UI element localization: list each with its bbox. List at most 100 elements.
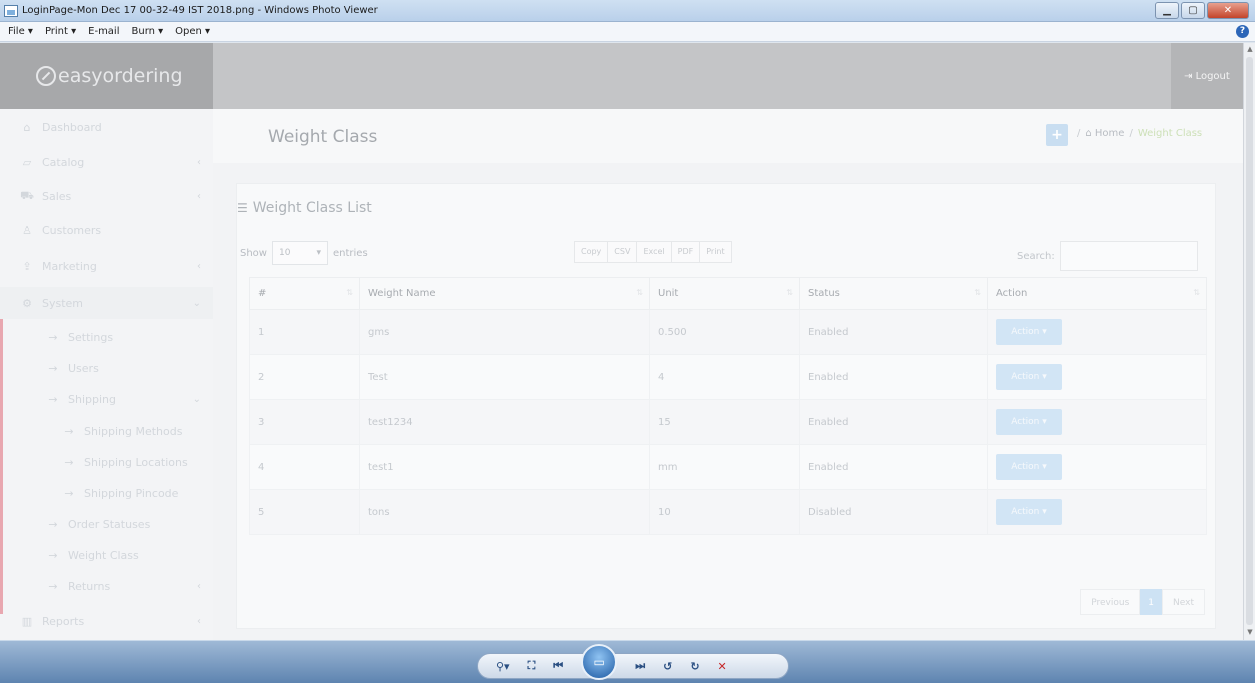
pdf-button[interactable]: PDF: [670, 241, 701, 263]
row-number: 5: [249, 489, 360, 535]
chevron-left-icon: ‹: [197, 580, 201, 592]
entries-select[interactable]: 10 ▾: [271, 241, 328, 265]
sidebar-item-catalog[interactable]: ▱ Catalog ‹: [0, 146, 213, 178]
menu-file[interactable]: File ▾: [8, 26, 33, 37]
sidebar-item-label: Customers: [42, 223, 102, 237]
sidebar-item-sales[interactable]: ⛟ Sales ‹: [0, 180, 213, 212]
table-search: Search:: [1017, 241, 1198, 271]
sidebar-item-users[interactable]: → Users: [0, 352, 213, 384]
action-dropdown-button[interactable]: Action ▾: [996, 319, 1062, 345]
brand-name: easyordering: [58, 65, 183, 87]
sidebar-item-dashboard[interactable]: ⌂ Dashboard: [0, 111, 213, 143]
action-dropdown-button[interactable]: Action ▾: [996, 454, 1062, 480]
help-icon[interactable]: ?: [1236, 25, 1249, 38]
print-button[interactable]: Print: [699, 241, 732, 263]
page-1-button[interactable]: 1: [1140, 589, 1163, 615]
logout-label: Logout: [1195, 70, 1230, 82]
scroll-down-icon[interactable]: ▼: [1245, 628, 1255, 638]
sidebar-item-label: System: [42, 296, 84, 310]
photo-viewer-icon: [4, 4, 18, 17]
action-dropdown-button[interactable]: Action ▾: [996, 499, 1062, 525]
sort-icon: ⇅: [636, 288, 643, 297]
sidebar-item-settings[interactable]: → Settings: [0, 321, 213, 353]
weight-unit: 0.500: [649, 309, 800, 355]
sidebar-item-shipping-methods[interactable]: → Shipping Methods: [0, 415, 213, 447]
sidebar-item-customers[interactable]: ♙ Customers: [0, 214, 213, 246]
sidebar-item-marketing[interactable]: ⇪ Marketing ‹: [0, 250, 213, 282]
logout-icon: ⇥: [1184, 70, 1193, 82]
actual-size-icon[interactable]: ⛶: [528, 659, 536, 673]
arrow-right-icon: →: [64, 455, 74, 469]
menu-email[interactable]: E-mail: [88, 26, 119, 37]
slideshow-button[interactable]: ▭: [581, 644, 618, 680]
excel-button[interactable]: Excel: [636, 241, 672, 263]
export-buttons: Copy CSV Excel PDF Print: [574, 241, 732, 263]
sidebar-item-order-statuses[interactable]: → Order Statuses: [0, 508, 213, 540]
weight-class-panel: ☰ Weight Class List Show 10 ▾ entries Co…: [236, 183, 1216, 629]
copy-button[interactable]: Copy: [574, 241, 609, 263]
previous-page-button[interactable]: Previous: [1080, 589, 1141, 615]
arrow-right-icon: →: [48, 579, 58, 593]
sidebar-item-label: Shipping Locations: [84, 455, 188, 469]
sidebar-item-system[interactable]: ⚙ System ⌄: [0, 287, 213, 319]
tag-icon: ▱: [22, 155, 32, 169]
rotate-right-icon[interactable]: ↻: [690, 660, 699, 673]
delete-icon[interactable]: ✕: [718, 660, 727, 673]
column-header-action[interactable]: Action ⇅: [987, 277, 1207, 310]
sidebar-item-shipping-pincode[interactable]: → Shipping Pincode: [0, 477, 213, 509]
arrow-right-icon: →: [48, 517, 58, 531]
brand-logo[interactable]: easyordering: [0, 43, 213, 109]
page-title: Weight Class: [268, 127, 378, 147]
zoom-icon[interactable]: ⚲▾: [496, 660, 510, 673]
add-weight-class-button[interactable]: +: [1046, 124, 1068, 146]
sidebar-item-reports[interactable]: ▥ Reports ‹: [0, 605, 213, 637]
weight-name: test1234: [359, 399, 650, 445]
sidebar-item-shipping[interactable]: → Shipping ⌄: [0, 383, 213, 415]
show-label: Show: [240, 247, 267, 259]
maximize-button[interactable]: ▢: [1181, 2, 1205, 19]
sidebar-item-weight-class[interactable]: → Weight Class: [0, 539, 213, 571]
scrollbar-thumb[interactable]: [1246, 57, 1253, 625]
menu-print[interactable]: Print ▾: [45, 26, 76, 37]
action-cell: Action ▾: [987, 489, 1207, 535]
scroll-up-icon[interactable]: ▲: [1245, 45, 1255, 55]
weight-unit: 10: [649, 489, 800, 535]
row-number: 2: [249, 354, 360, 400]
column-header-weight-name[interactable]: Weight Name ⇅: [359, 277, 650, 310]
sidebar-item-label: Dashboard: [42, 120, 102, 134]
previous-image-icon[interactable]: ⏮: [553, 659, 563, 673]
action-dropdown-button[interactable]: Action ▾: [996, 364, 1062, 390]
user-icon: ♙: [22, 223, 32, 237]
window-controls: ▁ ▢ ✕: [1155, 2, 1249, 19]
column-header-status[interactable]: Status ⇅: [799, 277, 988, 310]
menu-burn[interactable]: Burn ▾: [132, 26, 164, 37]
logout-button[interactable]: ⇥ Logout: [1171, 43, 1243, 109]
action-cell: Action ▾: [987, 354, 1207, 400]
sidebar-item-returns[interactable]: → Returns ‹: [0, 570, 213, 602]
column-header-unit[interactable]: Unit ⇅: [649, 277, 800, 310]
next-image-icon[interactable]: ⏭: [635, 659, 645, 673]
panel-title-text: Weight Class List: [252, 200, 372, 216]
weight-status: Enabled: [799, 399, 988, 445]
column-label: Weight Name: [368, 288, 436, 299]
search-input[interactable]: [1059, 241, 1198, 271]
menu-open[interactable]: Open ▾: [175, 26, 210, 37]
weight-unit: mm: [649, 444, 800, 490]
sidebar-item-shipping-locations[interactable]: → Shipping Locations: [0, 446, 213, 478]
chevron-down-icon: ▾: [316, 248, 321, 258]
sidebar-item-label: Reports: [42, 614, 85, 628]
column-header-number[interactable]: # ⇅: [249, 277, 360, 310]
close-button[interactable]: ✕: [1207, 2, 1249, 19]
weight-name: test1: [359, 444, 650, 490]
minimize-button[interactable]: ▁: [1155, 2, 1179, 19]
breadcrumb-separator: /: [1077, 128, 1081, 139]
csv-button[interactable]: CSV: [607, 241, 638, 263]
action-cell: Action ▾: [987, 444, 1207, 490]
breadcrumb-home[interactable]: ⌂ Home: [1085, 128, 1124, 139]
rotate-left-icon[interactable]: ↺: [663, 660, 672, 673]
action-dropdown-button[interactable]: Action ▾: [996, 409, 1062, 435]
chevron-left-icon: ‹: [197, 190, 201, 202]
vertical-scrollbar[interactable]: ▲ ▼: [1243, 43, 1255, 640]
next-page-button[interactable]: Next: [1162, 589, 1205, 615]
entries-value: 10: [278, 248, 291, 258]
